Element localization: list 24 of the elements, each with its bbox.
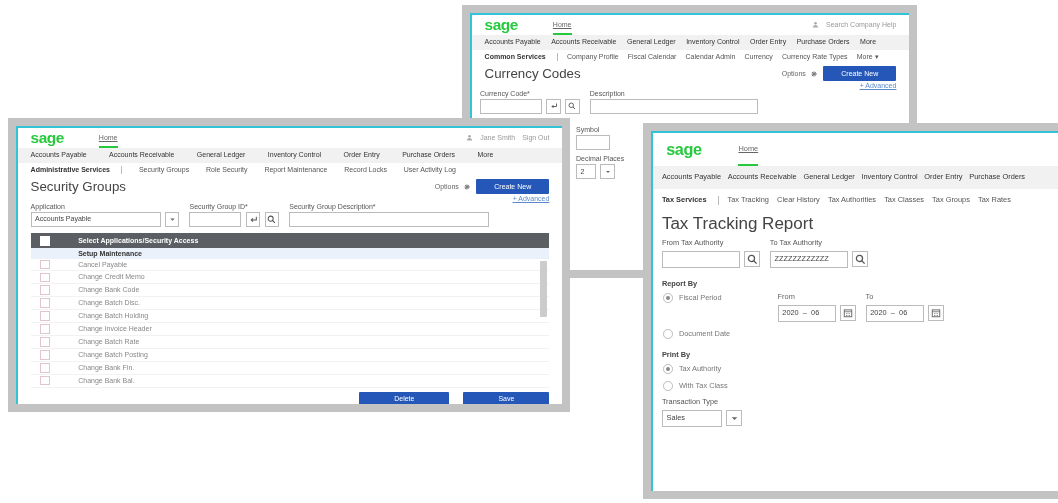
input-field[interactable]	[480, 99, 542, 114]
checkbox[interactable]	[40, 362, 51, 373]
gear-icon[interactable]	[464, 183, 471, 190]
checkbox[interactable]	[40, 349, 51, 360]
user-icon	[811, 21, 819, 29]
checkbox[interactable]	[40, 375, 51, 386]
checkbox[interactable]	[40, 311, 51, 321]
scrollbar[interactable]	[540, 261, 547, 318]
checkbox[interactable]	[40, 272, 51, 283]
page-title: Tax Tracking Report	[661, 213, 814, 234]
input-field[interactable]	[589, 99, 758, 114]
gear-icon[interactable]	[811, 70, 818, 77]
checkbox[interactable]	[40, 259, 51, 270]
checkbox[interactable]	[40, 337, 51, 347]
input-field[interactable]	[289, 212, 490, 227]
input-field[interactable]	[661, 251, 740, 268]
page-title: Currency Codes	[484, 66, 581, 82]
checkbox[interactable]	[40, 285, 51, 296]
checkbox[interactable]	[40, 324, 51, 334]
checkbox[interactable]	[40, 298, 51, 309]
input-field[interactable]	[189, 212, 242, 227]
user-icon	[466, 134, 474, 142]
page-title: Security Groups	[30, 179, 126, 195]
input-field[interactable]	[576, 135, 610, 150]
